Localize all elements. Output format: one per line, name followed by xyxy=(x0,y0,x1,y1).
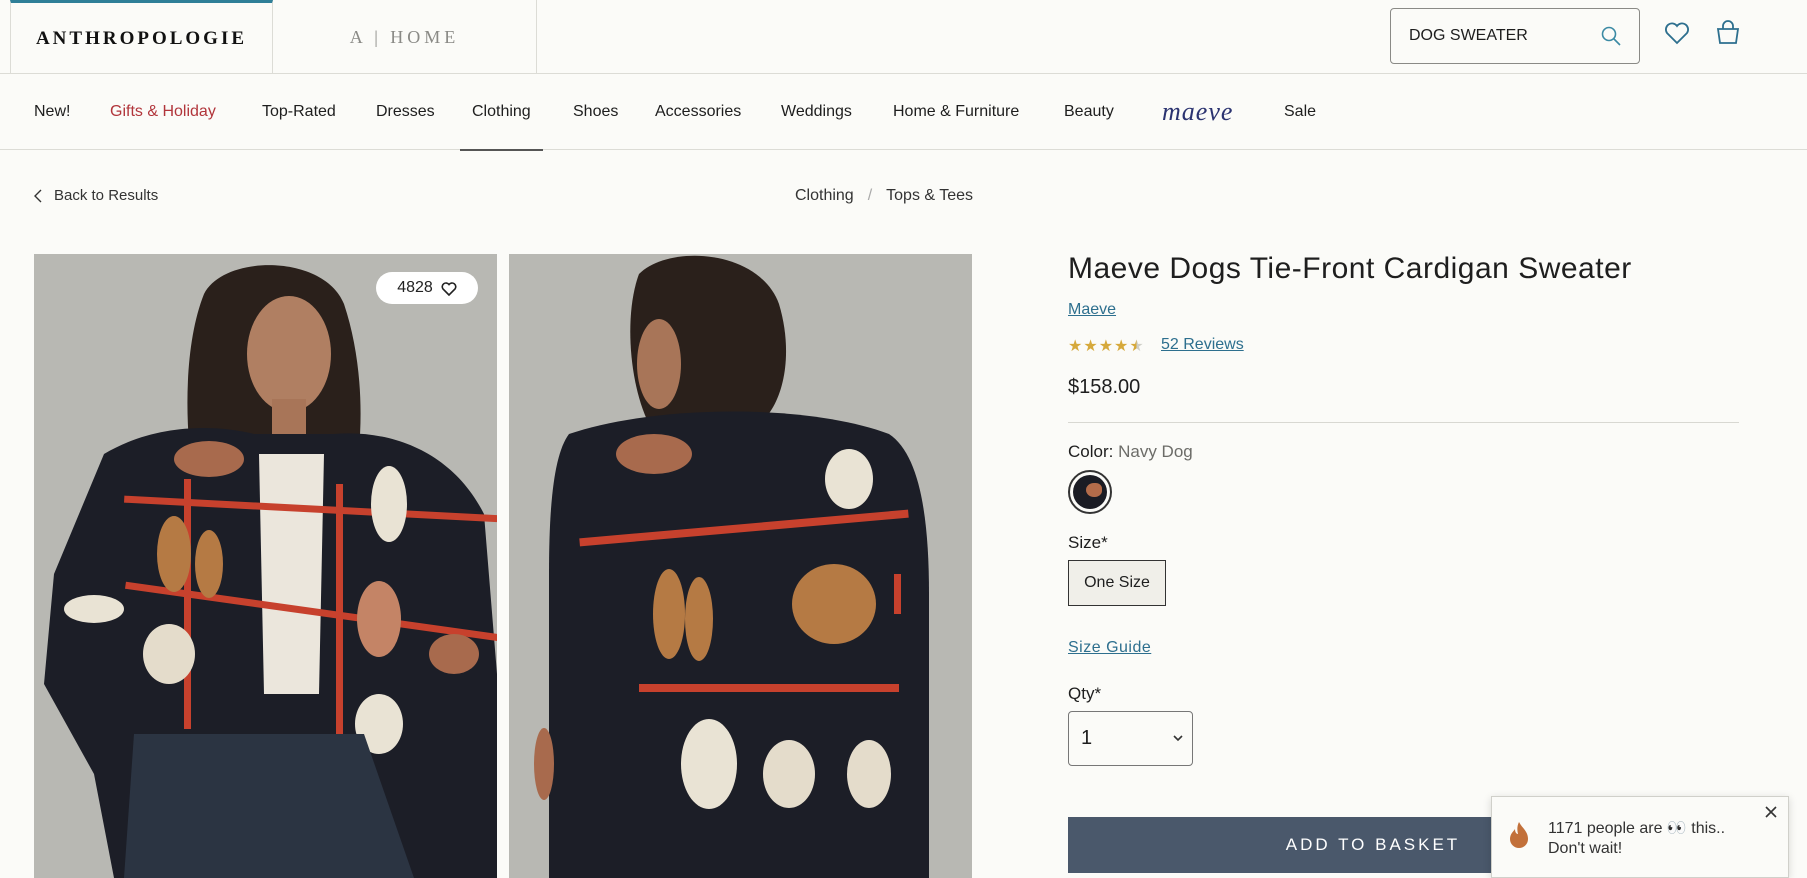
product-image-front[interactable] xyxy=(34,254,497,878)
breadcrumb-clothing[interactable]: Clothing xyxy=(795,187,854,205)
size-option-one-size[interactable]: One Size xyxy=(1068,560,1166,606)
divider xyxy=(1068,422,1739,423)
social-proof-popup: 1171 people are 👀 this.. Don't wait! xyxy=(1491,796,1789,878)
nav-beauty[interactable]: Beauty xyxy=(1064,74,1114,150)
chevron-left-icon xyxy=(34,189,42,202)
breadcrumb-separator: / xyxy=(867,187,873,204)
star-icon: ★ xyxy=(1083,338,1098,355)
category-nav: New! Gifts & Holiday Top-Rated Dresses C… xyxy=(0,74,1807,151)
star-half-icon: ★ xyxy=(1129,338,1144,355)
nav-gifts-holiday[interactable]: Gifts & Holiday xyxy=(110,74,216,150)
product-price: $158.00 xyxy=(1068,376,1141,398)
anthropologie-home-tab[interactable]: A | HOME xyxy=(273,0,537,74)
nav-top-rated[interactable]: Top-Rated xyxy=(262,74,336,150)
popup-line-1: 1171 people are 👀 this.. xyxy=(1548,820,1726,837)
quantity-value: 1 xyxy=(1081,727,1093,749)
nav-dresses[interactable]: Dresses xyxy=(376,74,435,150)
nav-clothing[interactable]: Clothing xyxy=(460,74,543,151)
anthropologie-logo: ANTHROPOLOGIE xyxy=(35,27,248,49)
color-value: Navy Dog xyxy=(1118,442,1193,461)
top-header: ANTHROPOLOGIE A | HOME xyxy=(0,0,1807,74)
color-label: Color: Navy Dog xyxy=(1068,442,1193,462)
heart-icon xyxy=(441,281,457,296)
back-to-results-label: Back to Results xyxy=(54,187,159,204)
reviews-link[interactable]: 52 Reviews xyxy=(1161,336,1244,354)
home-logo: A | HOME xyxy=(349,26,460,47)
nav-sale[interactable]: Sale xyxy=(1284,74,1316,150)
wishlist-count-button[interactable]: 4828 xyxy=(376,272,478,304)
product-brand-link[interactable]: Maeve xyxy=(1068,301,1116,319)
star-icon: ★ xyxy=(1114,338,1129,355)
back-to-results-link[interactable]: Back to Results xyxy=(34,187,158,204)
heart-icon[interactable] xyxy=(1662,18,1692,48)
quantity-select[interactable]: 1 xyxy=(1068,711,1193,766)
size-guide-link[interactable]: Size Guide xyxy=(1068,639,1151,657)
fire-icon xyxy=(1510,822,1528,848)
size-label: Size* xyxy=(1068,533,1108,552)
nav-accessories[interactable]: Accessories xyxy=(655,74,741,150)
search-box[interactable] xyxy=(1390,8,1640,64)
close-icon[interactable] xyxy=(1762,803,1780,821)
product-image-back[interactable] xyxy=(509,254,972,878)
color-label-text: Color: xyxy=(1068,442,1114,461)
nav-maeve[interactable]: maeve xyxy=(1162,74,1233,150)
anthropologie-logo-tab[interactable]: ANTHROPOLOGIE xyxy=(10,0,273,74)
search-icon[interactable] xyxy=(1599,24,1623,48)
breadcrumb: Clothing / Tops & Tees xyxy=(795,187,973,205)
popup-line-2: Don't wait! xyxy=(1548,840,1623,857)
search-input[interactable] xyxy=(1409,27,1599,45)
qty-label: Qty* xyxy=(1068,684,1102,703)
nav-shoes[interactable]: Shoes xyxy=(573,74,618,150)
wishlist-count: 4828 xyxy=(397,279,433,296)
chevron-down-icon xyxy=(1173,735,1183,742)
product-title: Maeve Dogs Tie-Front Cardigan Sweater xyxy=(1068,252,1632,285)
star-icon: ★ xyxy=(1068,338,1083,355)
color-swatch-navy-dog[interactable] xyxy=(1068,470,1112,514)
shopping-bag-icon[interactable] xyxy=(1713,18,1743,48)
nav-weddings[interactable]: Weddings xyxy=(781,74,852,150)
swatch-image xyxy=(1073,475,1107,509)
popup-message: 1171 people are 👀 this.. Don't wait! xyxy=(1548,819,1768,859)
star-icon: ★ xyxy=(1098,338,1114,355)
nav-new[interactable]: New! xyxy=(34,74,70,150)
star-rating: ★ ★ ★ ★ ★ xyxy=(1068,336,1144,356)
breadcrumb-tops-tees[interactable]: Tops & Tees xyxy=(886,187,973,205)
nav-home-furniture[interactable]: Home & Furniture xyxy=(893,74,1019,150)
